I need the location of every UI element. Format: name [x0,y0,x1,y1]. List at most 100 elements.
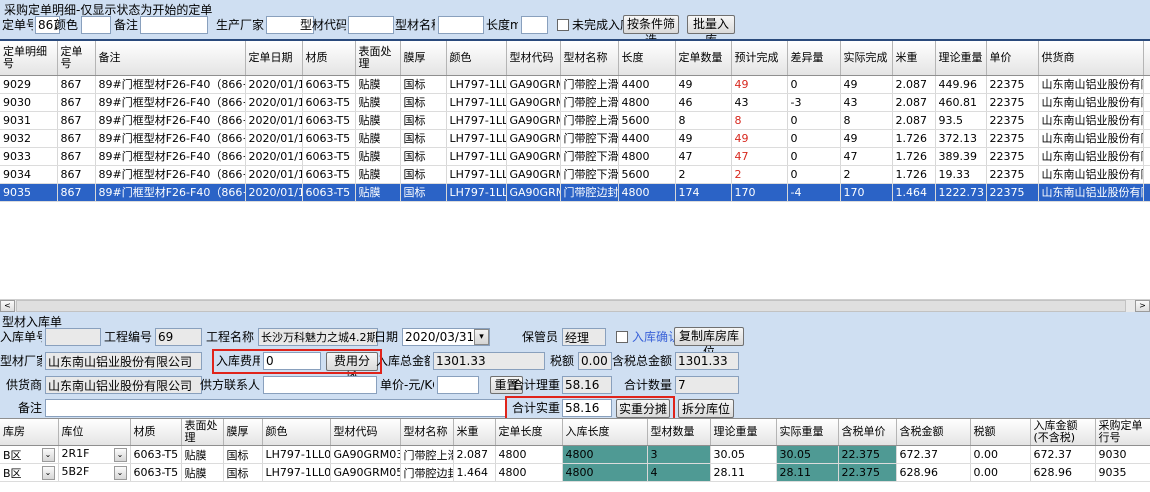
table-cell[interactable]: 2020/01/13 [245,93,302,111]
table-cell[interactable]: 867 [57,147,95,165]
table-cell[interactable]: 4400 [618,75,675,93]
table-cell[interactable]: 22375 [986,147,1038,165]
column-header[interactable]: 库位 [58,419,130,446]
table-row[interactable]: ⌄B区⌄2R1F6063-T5贴膜国标LH797-1LL0GA90GRM03门带… [0,446,1150,464]
table-cell[interactable]: 9034 [0,165,57,183]
table-cell[interactable]: 4800 [562,464,647,482]
length-filter-input[interactable] [521,16,548,34]
table-cell[interactable]: GA90GRM05 [330,464,400,482]
table-cell[interactable]: 贴膜 [355,75,400,93]
column-header[interactable]: 型材代码 [330,419,400,446]
column-header[interactable]: 米重 [453,419,495,446]
table-cell[interactable]: 460.81 [935,93,986,111]
table-cell[interactable]: 山东南山铝业股份有限公司 [1038,183,1143,201]
column-header[interactable]: 库房 [0,419,58,446]
column-header[interactable]: 膜厚 [223,419,262,446]
table-cell[interactable]: 贴膜 [181,446,223,464]
table-cell[interactable]: LH797-1LL0 [446,165,506,183]
unit-price-input[interactable] [437,376,479,394]
column-header[interactable]: 表面处理 [181,419,223,446]
column-header[interactable]: 实际重量 [776,419,838,446]
table-cell[interactable]: 山东南山铝业股份有限公司 [1038,129,1143,147]
table-cell[interactable]: 1.464 [453,464,495,482]
column-header[interactable]: 理论重量 [710,419,776,446]
table-cell[interactable]: 2.087 [892,93,935,111]
table-cell[interactable]: 国标 [400,129,446,147]
table-cell[interactable]: LH797-1LL0 [262,446,330,464]
column-header[interactable]: 材质 [130,419,181,446]
table-cell[interactable]: GA90GRM03 [330,446,400,464]
table-cell[interactable]: 0 [787,165,840,183]
table-cell[interactable]: 2.087 [892,75,935,93]
table-cell[interactable]: 6063-T5 [302,93,355,111]
column-header[interactable]: 定单明细号 [0,41,57,75]
table-cell[interactable]: 22375 [986,93,1038,111]
table-cell[interactable]: 2020/01/13 [245,75,302,93]
table-cell[interactable]: 门带腔上滑 [560,75,618,93]
table-cell[interactable]: 0 [787,129,840,147]
table-cell[interactable]: 国标 [223,464,262,482]
table-cell[interactable]: 389.39 [935,147,986,165]
column-header[interactable]: 差异量 [787,41,840,75]
project-no-field[interactable] [155,328,202,346]
remark-input[interactable] [45,399,507,417]
table-cell[interactable]: 89#门框型材F26-F40（866+867） [95,165,245,183]
table-cell[interactable]: 867 [57,165,95,183]
table-cell[interactable]: 6063-T5 [302,165,355,183]
table-cell[interactable]: 门带腔上滑 [400,446,453,464]
column-header[interactable]: 供货商 [1038,41,1143,75]
column-header[interactable]: 型材数量 [647,419,710,446]
table-cell[interactable]: LH797-1LL0 [446,93,506,111]
cell-dropdown-button[interactable]: ⌄ [42,448,55,462]
table-cell[interactable]: ⌄B区 [0,464,58,482]
inbound-confirm-checkbox[interactable] [616,331,628,343]
table-cell[interactable]: 2020/01/13 [245,129,302,147]
table-cell[interactable]: 4800 [495,446,562,464]
table-cell[interactable]: ⌄B区 [0,446,58,464]
table-cell[interactable]: GA90GRM04 [506,147,560,165]
table-cell[interactable]: 6063-T5 [302,129,355,147]
table-cell[interactable]: 1.726 [892,165,935,183]
table-cell[interactable]: 22.375 [838,446,896,464]
table-cell[interactable]: 贴膜 [355,165,400,183]
split-location-button[interactable]: 拆分库位 [678,399,734,418]
table-row[interactable]: 903586789#门框型材F26-F40（866+867）2020/01/13… [0,183,1150,201]
table-cell[interactable]: 门带腔上滑 [560,93,618,111]
table-cell[interactable]: 4800 [562,446,647,464]
table-cell[interactable]: 867 [57,183,95,201]
table-cell[interactable]: 4800 [495,464,562,482]
project-name-field[interactable] [258,328,378,346]
table-cell[interactable]: 89#门框型材F26-F40（866+867） [95,183,245,201]
receipt-no-field[interactable] [45,328,101,346]
table-cell[interactable]: 28.11 [710,464,776,482]
table-cell[interactable]: 4400 [618,129,675,147]
table-cell[interactable]: GA90GRM04 [506,165,560,183]
profile-name-filter-input[interactable] [438,16,484,34]
column-header[interactable]: 表面处理 [355,41,400,75]
table-cell[interactable]: 2.087 [453,446,495,464]
column-header[interactable]: 颜色 [446,41,506,75]
table-cell[interactable]: 5600 [618,165,675,183]
table-cell[interactable]: 89#门框型材F26-F40（866+867） [95,75,245,93]
table-cell[interactable]: 贴膜 [355,183,400,201]
table-cell[interactable]: ⌄2R1F [58,446,130,464]
table-cell[interactable]: 0.00 [970,464,1030,482]
column-header[interactable]: 含税金额 [896,419,970,446]
column-header[interactable]: 定单数量 [675,41,731,75]
column-header[interactable]: 实际完成 [840,41,892,75]
table-cell[interactable]: 2020/01/13 [245,147,302,165]
table-cell[interactable]: 山东南山铝业股份有限公司 [1038,147,1143,165]
column-header[interactable]: 入库长度 [562,419,647,446]
table-cell[interactable]: 9032 [0,129,57,147]
column-header[interactable]: 预计完成 [731,41,787,75]
table-cell[interactable]: GA90GRM03 [506,93,560,111]
table-cell[interactable]: 8 [675,111,731,129]
table-cell[interactable]: 89#门框型材F26-F40（866+867） [95,111,245,129]
table-cell[interactable]: 山东南山铝业股份有限公司 [1038,165,1143,183]
column-header[interactable]: 材质 [302,41,355,75]
table-cell[interactable]: 5600 [618,111,675,129]
table-cell[interactable]: 国标 [223,446,262,464]
table-cell[interactable]: 6063-T5 [302,147,355,165]
table-cell[interactable]: 672.37 [1030,446,1095,464]
tax-total-field[interactable] [675,352,739,370]
